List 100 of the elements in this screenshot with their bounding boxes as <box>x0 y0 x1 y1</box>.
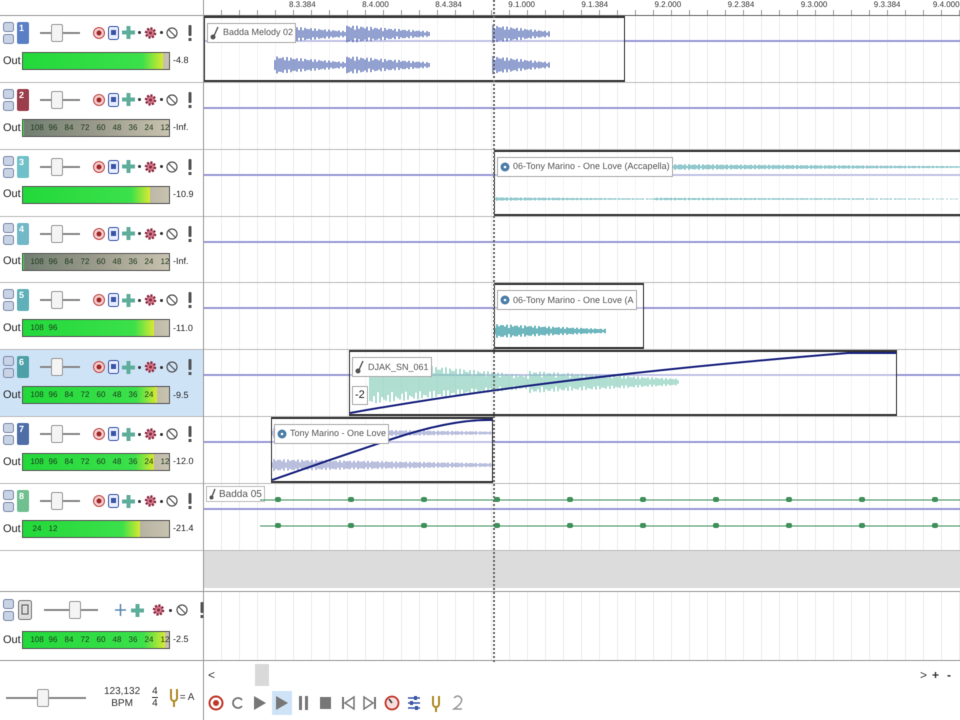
stacked-buttons-icon[interactable] <box>3 22 14 44</box>
track-header[interactable]: 3 Out -10.9 <box>0 150 203 217</box>
stacked-buttons-icon[interactable] <box>3 423 14 446</box>
gear-icon[interactable] <box>144 26 157 40</box>
dot-icon[interactable] <box>160 232 163 236</box>
audio-clip[interactable]: Tony Marino - One Love <box>271 417 493 484</box>
tempo-value[interactable]: 123,132 <box>104 686 140 698</box>
dot-icon[interactable] <box>138 432 141 436</box>
fader-thumb[interactable] <box>51 24 64 42</box>
clip-header[interactable]: Badda Melody 02 <box>207 22 296 43</box>
square-icon[interactable] <box>18 600 32 620</box>
prohibited-icon[interactable] <box>166 360 178 374</box>
fader-thumb[interactable] <box>36 688 49 706</box>
zoom-out-button[interactable]: - <box>944 666 954 684</box>
exclamation-icon[interactable] <box>188 292 192 308</box>
prohibited-icon[interactable] <box>166 427 178 442</box>
prohibited-icon[interactable] <box>166 26 178 40</box>
square-icon[interactable] <box>108 427 119 442</box>
horizontal-scrollbar[interactable]: < > + - <box>204 661 960 689</box>
fader-thumb[interactable] <box>51 158 64 176</box>
gear-icon[interactable] <box>144 360 157 374</box>
dot-icon[interactable] <box>138 500 141 503</box>
fader-thumb[interactable] <box>51 90 64 109</box>
square-icon[interactable] <box>108 92 119 107</box>
prohibited-icon[interactable] <box>176 603 188 617</box>
master-header[interactable]: Out 108 96 84 72 60 48 36 24 12 -2.5 <box>0 592 204 660</box>
record-icon[interactable] <box>93 494 105 508</box>
plus-icon[interactable] <box>131 604 144 616</box>
exclamation-icon[interactable] <box>200 602 204 618</box>
time-ruler[interactable]: 8.3.384 8.4.000 8.4.384 9.1.000 9.1.384 9.2.000 9.2.384 9.3.000 9.3.384 9.4.000 <box>204 0 960 16</box>
exclamation-icon[interactable] <box>188 92 192 108</box>
fader-thumb[interactable] <box>51 291 64 310</box>
fader-thumb[interactable] <box>69 601 82 619</box>
stacked-buttons-icon[interactable] <box>3 88 14 111</box>
exclamation-icon[interactable] <box>188 226 192 242</box>
stacked-buttons-icon[interactable] <box>3 156 14 178</box>
gear-icon[interactable] <box>144 293 157 308</box>
prohibited-icon[interactable] <box>166 160 178 174</box>
gear-icon[interactable] <box>144 427 157 442</box>
stacked-buttons-icon[interactable] <box>3 490 14 512</box>
square-icon[interactable] <box>108 160 119 174</box>
square-icon[interactable] <box>108 494 119 508</box>
dot-icon[interactable] <box>160 98 163 102</box>
prohibited-icon[interactable] <box>166 293 178 308</box>
dot-icon[interactable] <box>138 98 141 102</box>
prohibited-icon[interactable] <box>166 92 178 107</box>
clip-header[interactable]: 06-Tony Marino - One Love (Accapella) <box>497 156 673 177</box>
gear-icon[interactable] <box>152 603 165 617</box>
time-signature-bottom[interactable]: 4 <box>152 698 158 709</box>
stacked-buttons-icon[interactable] <box>3 599 14 621</box>
gear-icon[interactable] <box>144 92 157 107</box>
disc-icon[interactable] <box>277 427 287 442</box>
dot-icon[interactable] <box>138 298 141 302</box>
fader-thumb[interactable] <box>51 492 64 510</box>
record-icon[interactable] <box>93 293 105 308</box>
zoom-in-button[interactable]: + <box>928 666 942 684</box>
record-icon[interactable] <box>93 26 105 40</box>
time-signature-top[interactable]: 4 <box>152 686 158 698</box>
fader-thumb[interactable] <box>51 425 64 444</box>
audio-clip[interactable]: 06-Tony Marino - One Love (A <box>494 283 644 350</box>
record-icon[interactable] <box>93 160 105 174</box>
clip-header[interactable]: DJAK_SN_061 <box>352 357 432 378</box>
prohibited-icon[interactable] <box>166 226 178 241</box>
dot-icon[interactable] <box>160 500 163 503</box>
record-icon[interactable] <box>93 427 105 442</box>
scrollbar-thumb[interactable] <box>255 664 270 686</box>
exclamation-icon[interactable] <box>188 493 192 510</box>
stacked-buttons-icon[interactable] <box>3 289 14 312</box>
fader-thumb[interactable] <box>51 358 64 376</box>
track-header[interactable]: 4 Out 108 96 84 72 60 48 36 24 12 -Inf. <box>0 216 203 284</box>
gear-icon[interactable] <box>144 160 157 174</box>
record-icon[interactable] <box>93 92 105 107</box>
fader-thumb[interactable] <box>51 224 64 243</box>
clip-header[interactable]: Badda 05 <box>206 486 265 502</box>
audio-clip[interactable]: 06-Tony Marino - One Love (Accapella) <box>494 150 960 216</box>
gear-icon[interactable] <box>144 226 157 241</box>
tuning-label[interactable]: = A <box>180 690 194 705</box>
clip-header[interactable]: Tony Marino - One Love <box>274 424 390 444</box>
tuning-fork-icon[interactable] <box>170 688 178 708</box>
clip-header[interactable]: 06-Tony Marino - One Love (A <box>497 290 637 310</box>
disc-icon[interactable] <box>500 293 510 308</box>
stacked-buttons-icon[interactable] <box>3 222 14 245</box>
dot-icon[interactable] <box>138 31 141 34</box>
record-icon[interactable] <box>93 226 105 241</box>
square-icon[interactable] <box>108 26 119 40</box>
dot-icon[interactable] <box>138 366 141 369</box>
prohibited-icon[interactable] <box>166 494 178 508</box>
gear-icon[interactable] <box>144 494 157 508</box>
dot-icon[interactable] <box>160 298 163 302</box>
track-header[interactable]: 6 Out 108 96 84 72 60 48 36 24 -9.5 <box>0 350 203 418</box>
audio-clip[interactable]: Badda Melody 02 <box>204 16 625 82</box>
disc-icon[interactable] <box>500 160 510 174</box>
record-icon[interactable] <box>93 360 105 374</box>
dot-icon[interactable] <box>138 232 141 236</box>
audio-clip[interactable]: DJAK_SN_061 -2 <box>349 350 897 416</box>
square-icon[interactable] <box>108 226 119 241</box>
scroll-right-arrow[interactable]: > <box>920 666 927 684</box>
square-icon[interactable] <box>108 360 119 374</box>
exclamation-icon[interactable] <box>188 158 192 175</box>
square-icon[interactable] <box>108 293 119 308</box>
